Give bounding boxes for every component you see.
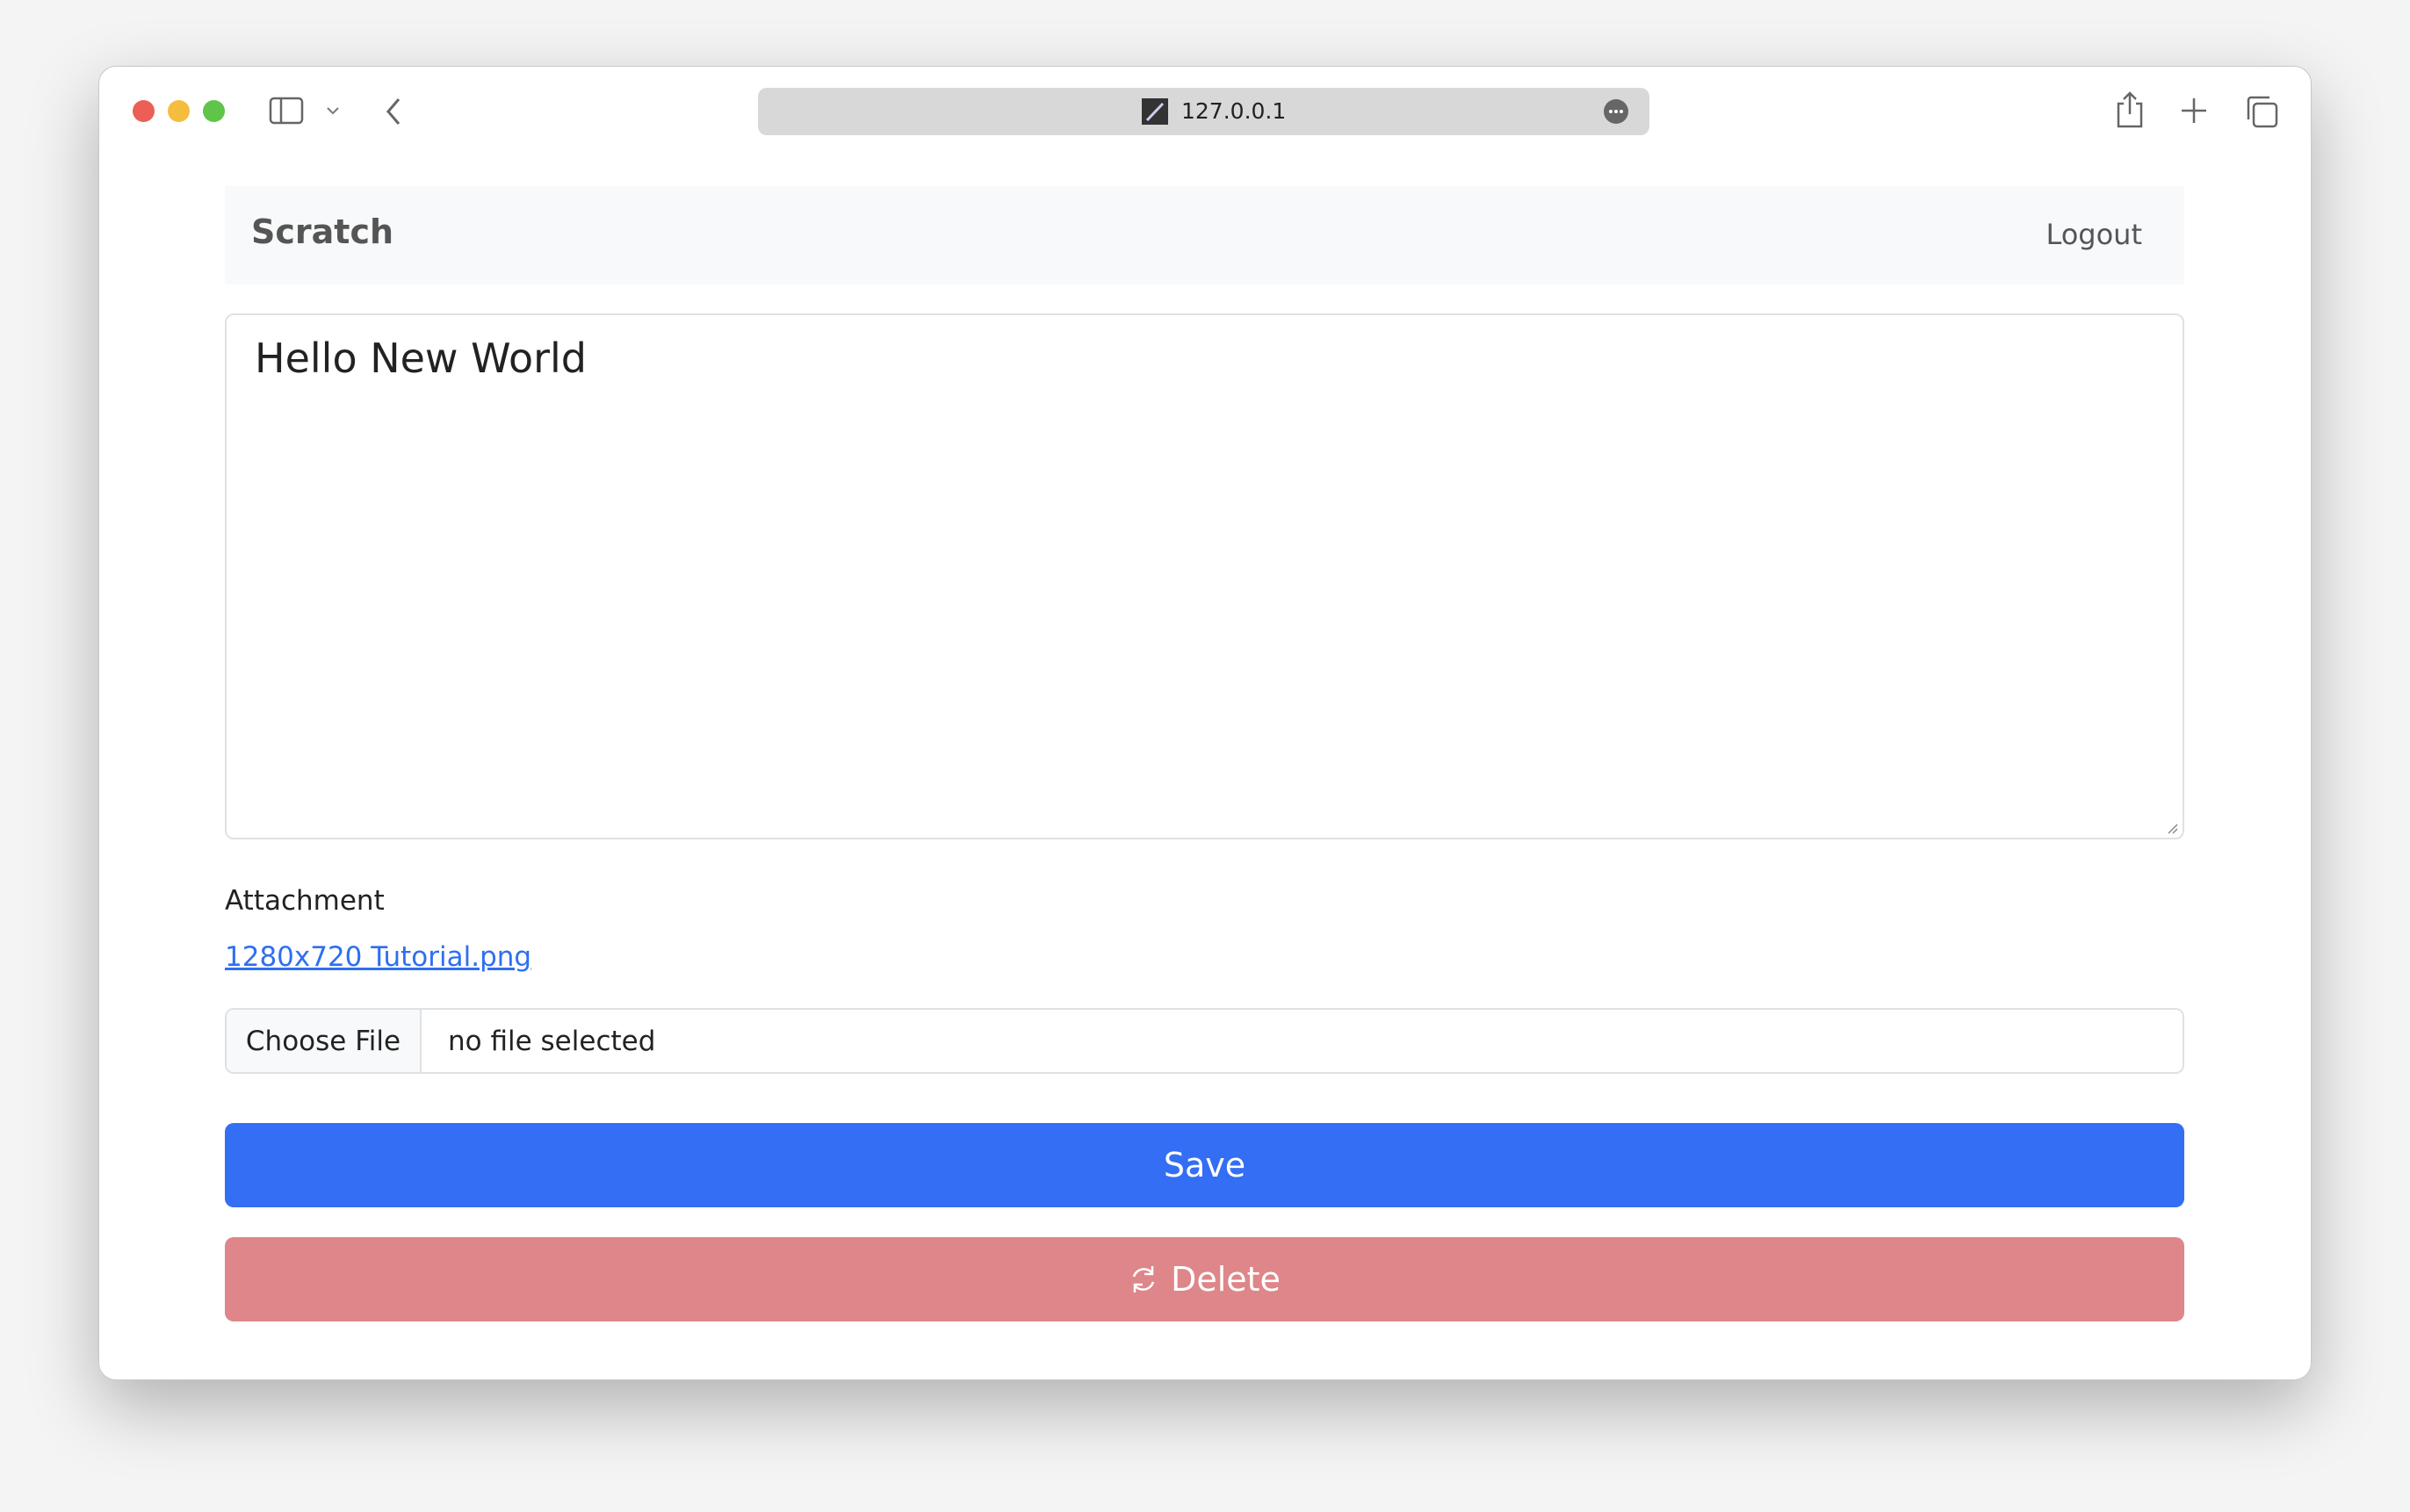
site-favicon-icon <box>1142 98 1168 125</box>
attachment-label: Attachment <box>225 885 385 917</box>
attachment-file-link[interactable]: 1280x720 Tutorial.png <box>225 941 531 973</box>
file-input[interactable]: Choose File no file selected <box>225 1008 2184 1074</box>
navbar: Scratch Logout <box>225 186 2184 284</box>
chevron-down-icon[interactable] <box>325 104 341 118</box>
share-icon[interactable] <box>2115 91 2145 128</box>
minimize-window-button[interactable] <box>168 100 190 122</box>
tabs-overview-icon[interactable] <box>2245 95 2278 128</box>
url-text: 127.0.0.1 <box>1181 98 1287 124</box>
new-tab-icon[interactable] <box>2180 97 2208 125</box>
save-label: Save <box>1163 1146 1246 1184</box>
save-button[interactable]: Save <box>225 1123 2184 1207</box>
zoom-window-button[interactable] <box>203 100 225 122</box>
more-options-icon[interactable] <box>1603 98 1629 125</box>
close-window-button[interactable] <box>133 100 155 122</box>
file-status-text: no file selected <box>448 1026 656 1057</box>
choose-file-button[interactable]: Choose File <box>227 1010 422 1072</box>
delete-label: Delete <box>1171 1260 1281 1299</box>
delete-button[interactable]: Delete <box>225 1237 2184 1321</box>
logout-link[interactable]: Logout <box>2046 218 2142 251</box>
note-content-textarea[interactable]: Hello New World <box>225 313 2184 839</box>
back-icon[interactable] <box>383 97 404 126</box>
sidebar-toggle-icon[interactable] <box>269 97 306 125</box>
resize-handle-icon[interactable] <box>2166 822 2178 834</box>
loading-spinner-icon <box>1132 1266 1155 1292</box>
brand-link[interactable]: Scratch <box>251 212 393 251</box>
